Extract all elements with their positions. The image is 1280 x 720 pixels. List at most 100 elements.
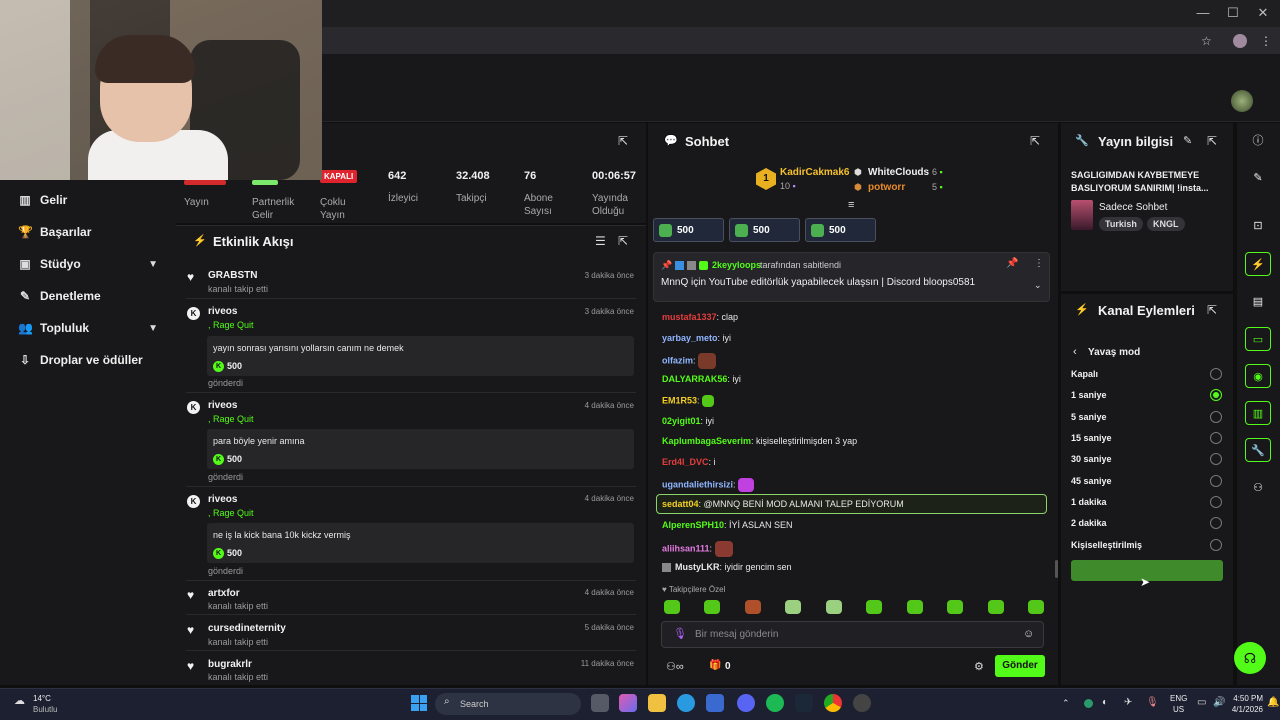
slow-mode-option[interactable]: 2 dakika	[1071, 518, 1107, 528]
slow-mode-radio[interactable]	[1210, 368, 1222, 380]
emote-button[interactable]	[907, 600, 923, 614]
popout-icon[interactable]: ⇱	[1207, 134, 1217, 148]
slow-mode-option[interactable]: 1 dakika	[1071, 497, 1107, 507]
chat-message[interactable]: ugandaliethirsizi:	[662, 478, 755, 492]
chat-user[interactable]: ugandaliethirsizi	[662, 479, 733, 489]
slow-mode-option[interactable]: Kapalı	[1071, 369, 1098, 379]
chat-user[interactable]: aliihsan111	[662, 543, 710, 553]
file-explorer-icon[interactable]	[648, 694, 666, 712]
task-view-icon[interactable]	[591, 694, 609, 712]
emote-button[interactable]	[704, 600, 720, 614]
event-user[interactable]: artxfor	[208, 588, 240, 599]
tag-chip[interactable]: KNGL	[1147, 217, 1185, 231]
slow-mode-radio[interactable]	[1210, 539, 1222, 551]
users-icon[interactable]: ⚇	[1245, 476, 1271, 500]
chat-message[interactable]: KaplumbagaSeverim: kişiselleştirilmişden…	[662, 436, 857, 446]
event-user[interactable]: GRABSTN	[208, 270, 257, 281]
slow-mode-radio[interactable]	[1210, 475, 1222, 487]
network-icon[interactable]: ▭	[1197, 697, 1206, 708]
steam-icon[interactable]	[795, 694, 813, 712]
slow-mode-radio[interactable]	[1210, 517, 1222, 529]
chat-message[interactable]: mustafa1337: clap	[662, 312, 738, 322]
slow-mode-radio[interactable]	[1210, 389, 1222, 401]
filter-icon[interactable]: ☰	[595, 234, 606, 248]
chat-user[interactable]: mustafa1337	[662, 312, 717, 322]
slow-mode-option[interactable]: 45 saniye	[1071, 476, 1112, 486]
emote-button[interactable]	[745, 600, 761, 614]
chevron-up-icon[interactable]: ⌃	[1062, 698, 1070, 709]
tray-app-icon[interactable]	[1084, 699, 1093, 708]
event-user[interactable]: bugrakrlr	[208, 659, 252, 670]
slow-mode-option[interactable]: Kişiselleştirilmiş	[1071, 540, 1142, 550]
leader-name[interactable]: WhiteClouds	[868, 167, 929, 178]
layout-icon[interactable]: ▥	[1245, 401, 1271, 425]
chat-message[interactable]: 02yigit01: iyi	[662, 416, 714, 426]
chat-scrollbar[interactable]	[1055, 560, 1058, 578]
tray-app-icon[interactable]: ✈	[1124, 697, 1132, 708]
spotify-icon[interactable]	[766, 694, 784, 712]
camera-icon[interactable]: ⊡	[1245, 214, 1271, 238]
chat-user[interactable]: 02yigit01	[662, 416, 701, 426]
chat-user[interactable]: yarbay_meto	[662, 333, 718, 343]
chat-message[interactable]: MustyLKR: iyidir gencim sen	[662, 562, 792, 573]
chat-user[interactable]: EM1R53	[662, 395, 697, 405]
microphone-icon[interactable]: 🎙	[1146, 697, 1159, 708]
support-headset-icon[interactable]: ☊	[1234, 642, 1266, 674]
slow-mode-radio[interactable]	[1210, 496, 1222, 508]
popout-icon[interactable]: ⇱	[1207, 303, 1217, 317]
category-thumbnail[interactable]	[1071, 200, 1093, 230]
emote-button[interactable]	[1028, 600, 1044, 614]
chat-message[interactable]: Erd4l_DVC: i	[662, 457, 716, 467]
slow-mode-option[interactable]: 30 saniye	[1071, 454, 1112, 464]
user-avatar[interactable]	[1231, 90, 1253, 112]
leader-name[interactable]: KadirCakmak6	[780, 167, 849, 178]
chat-icon[interactable]: ▭	[1245, 327, 1271, 351]
more-options-icon[interactable]: ⋮	[1034, 258, 1044, 269]
chat-user[interactable]: sedatt04	[662, 499, 699, 509]
chat-user[interactable]: Erd4l_DVC	[662, 457, 709, 467]
bookmark-star-icon[interactable]: ☆	[1201, 34, 1212, 48]
chevron-left-icon[interactable]: ‹	[1073, 346, 1077, 358]
emote-button[interactable]	[785, 600, 801, 614]
nav-item-studyo[interactable]: ▣ Stüdyo ▼	[0, 248, 176, 280]
chat-user[interactable]: AlperenSPH10	[662, 520, 724, 530]
unpin-icon[interactable]: 📌	[1006, 258, 1018, 269]
emote-button[interactable]	[947, 600, 963, 614]
chat-user[interactable]: KaplumbagaSeverim	[662, 436, 751, 446]
slow-mode-back[interactable]: Yavaş mod	[1088, 347, 1140, 358]
popout-icon[interactable]: ⇱	[618, 134, 628, 148]
info-icon[interactable]: ⓘ	[1245, 129, 1271, 153]
weather-temp[interactable]: 14°C	[33, 694, 51, 703]
microphone-icon[interactable]: 🎙	[673, 627, 687, 640]
gift-box[interactable]: 500	[729, 218, 800, 242]
chat-user[interactable]: olfazim	[662, 355, 693, 365]
chevron-down-icon[interactable]: ⌄	[1034, 280, 1042, 291]
obs-icon[interactable]	[853, 694, 871, 712]
slow-mode-option[interactable]: 1 saniye	[1071, 390, 1107, 400]
clock-time[interactable]: 4:50 PM	[1229, 694, 1263, 703]
settings-gear-icon[interactable]: ⚙	[974, 660, 984, 673]
popout-icon[interactable]: ⇱	[1030, 134, 1040, 148]
slow-mode-radio[interactable]	[1210, 453, 1222, 465]
notification-bell-icon[interactable]: 🔔	[1267, 697, 1279, 708]
nav-item-gelir[interactable]: ▥ Gelir	[0, 184, 176, 216]
gift-box[interactable]: 500	[653, 218, 724, 242]
emote-button[interactable]	[988, 600, 1004, 614]
popout-icon[interactable]: ⇱	[618, 234, 628, 248]
tag-chip[interactable]: Turkish	[1099, 217, 1143, 231]
collapse-icon[interactable]: ≡	[848, 199, 854, 211]
event-user[interactable]: cursedineternity	[208, 623, 286, 634]
windows-start-icon[interactable]	[411, 695, 427, 711]
chat-message[interactable]: DALYARRAK56: iyi	[662, 374, 741, 384]
chat-message[interactable]: AlperenSPH10: İYİ ASLAN SEN	[662, 520, 793, 530]
chrome-icon[interactable]	[824, 694, 842, 712]
event-user[interactable]: riveos	[208, 306, 237, 317]
chat-message[interactable]: aliihsan111:	[662, 541, 733, 557]
taskbar-search[interactable]	[435, 693, 581, 715]
emote-button[interactable]	[664, 600, 680, 614]
slow-mode-radio[interactable]	[1210, 432, 1222, 444]
browser-menu-icon[interactable]: ⋮	[1260, 34, 1272, 48]
nav-item-droplar[interactable]: ⇩ Droplar ve ödüller	[0, 344, 176, 376]
broadcast-icon[interactable]: ◉	[1245, 364, 1271, 388]
edit-pencil-icon[interactable]: ✎	[1183, 134, 1192, 147]
